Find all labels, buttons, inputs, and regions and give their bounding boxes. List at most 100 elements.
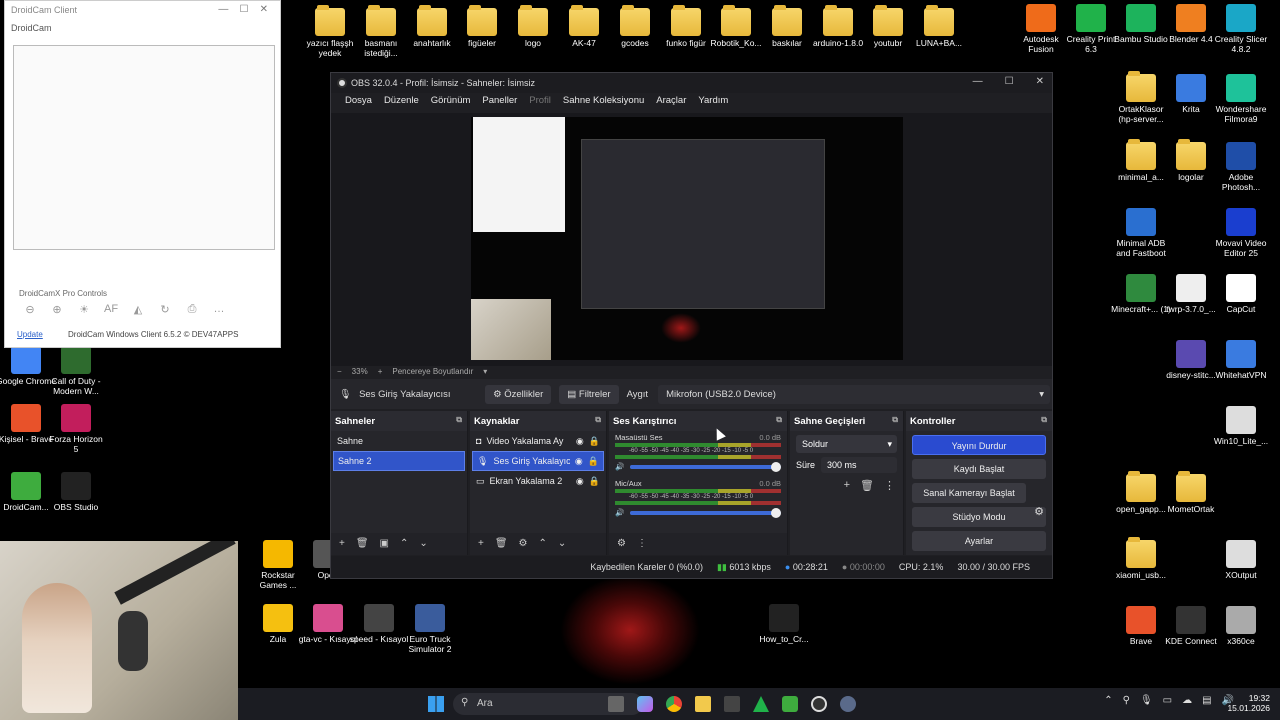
menu-item[interactable]: Araçlar	[656, 95, 686, 109]
right-icon-10[interactable]: Adobe Photosh...	[1211, 142, 1271, 193]
right-icon-15[interactable]: CapCut	[1211, 274, 1271, 315]
obs-zoom-bar[interactable]: − 33% + Pencereye Boyutlandır ▾	[331, 365, 1052, 379]
chevron-down-icon[interactable]: ▾	[483, 367, 487, 377]
gear-icon[interactable]: ⚙	[1034, 505, 1044, 518]
obs-window-controls[interactable]: — ☐ ✕	[973, 76, 1044, 87]
zoom-out-icon[interactable]: −	[337, 367, 342, 377]
copilot-icon[interactable]	[637, 696, 653, 712]
fit-to-window[interactable]: Pencereye Boyutlandır	[392, 367, 473, 377]
source-item[interactable]: 🎙 Ses Giriş Yakalayıcısı ◉ 🔒	[472, 451, 604, 471]
eye-icon[interactable]: ◉	[576, 436, 584, 447]
zoom-in-icon[interactable]: +	[378, 367, 383, 377]
bottom-icon-5[interactable]: Euro Truck Simulator 2	[400, 604, 460, 655]
volume-knob[interactable]	[771, 507, 781, 518]
volume-slider[interactable]	[630, 507, 781, 518]
popout-icon[interactable]: ⧉	[892, 415, 898, 425]
start-icon[interactable]	[428, 696, 444, 712]
left-icon-5[interactable]: OBS Studio	[46, 472, 106, 513]
menu-item[interactable]: Yardım	[698, 95, 728, 109]
source-item[interactable]: ◘ Video Yakalama Ay ◉ 🔒	[472, 431, 604, 451]
settings-button[interactable]: Ayarlar	[912, 531, 1046, 551]
obs-window[interactable]: OBS 32.0.4 - Profil: İsimsiz - Sahneler:…	[330, 72, 1053, 579]
popout-icon[interactable]: ⧉	[776, 415, 782, 425]
filter-icon[interactable]: ▣	[380, 538, 389, 550]
left-icon-3[interactable]: Forza Horizon 5	[46, 404, 106, 455]
menu-item[interactable]: Sahne Koleksiyonu	[563, 95, 644, 109]
scene-item[interactable]: Sahne 2	[333, 451, 465, 471]
transition-select[interactable]: Soldur ▾	[796, 435, 897, 453]
right-icon-21[interactable]: xiaomi_usb...	[1111, 537, 1171, 581]
maximize-icon[interactable]: ☐	[1005, 76, 1014, 87]
explorer-icon[interactable]	[695, 696, 711, 712]
obs-preview-canvas[interactable]	[471, 117, 903, 360]
popout-icon[interactable]: ⧉	[1041, 415, 1047, 425]
down-icon[interactable]: ⌄	[419, 538, 427, 550]
right-icon-22[interactable]: XOutput	[1211, 540, 1271, 581]
right-icon-25[interactable]: x360ce	[1211, 606, 1271, 647]
right-icon-17[interactable]: WhitehatVPN	[1211, 340, 1271, 381]
down-icon[interactable]: ⌄	[558, 538, 566, 550]
chevron-up-icon[interactable]: ⌃	[1104, 695, 1112, 706]
bottom-icon-6[interactable]: How_to_Cr...	[754, 604, 814, 645]
droidcam-tool-icon[interactable]: ↻	[158, 303, 172, 317]
chrome-icon[interactable]	[666, 696, 682, 712]
eye-icon[interactable]: ◉	[576, 476, 584, 487]
droidcam-window[interactable]: DroidCam Client — ☐ ✕ DroidCam DroidCamX…	[4, 0, 281, 348]
cloud-icon[interactable]: ☁	[1182, 695, 1192, 706]
right-icon-11[interactable]: Minimal ADB and Fastboot	[1111, 208, 1171, 259]
network-icon[interactable]: ▤	[1202, 695, 1211, 706]
mic-tray-icon[interactable]: 🎙	[1140, 695, 1153, 706]
droidcam-menu[interactable]: DroidCam	[5, 21, 280, 35]
store-icon[interactable]	[724, 696, 740, 712]
add-icon[interactable]: +	[478, 538, 484, 550]
obs-task-icon[interactable]	[811, 696, 827, 712]
gear-icon[interactable]: ⚙	[519, 538, 528, 550]
speaker-icon[interactable]: 🔊	[615, 462, 624, 471]
droidcam-task-icon[interactable]	[782, 696, 798, 712]
search-tray-icon[interactable]: ⚲	[1123, 695, 1130, 706]
settings-task-icon[interactable]	[840, 696, 856, 712]
properties-button[interactable]: ⚙ Özellikler	[485, 384, 552, 404]
window-controls[interactable]: — ☐ ✕	[218, 4, 268, 15]
volume-slider[interactable]	[630, 461, 781, 472]
menu-dots-icon[interactable]: ⋮	[884, 479, 895, 492]
left-icon-1[interactable]: Call of Duty - Modern W...	[46, 346, 106, 397]
add-icon[interactable]: +	[844, 479, 850, 492]
scene-item[interactable]: Sahne	[333, 431, 465, 451]
stop-stream-button[interactable]: Yayını Durdur	[912, 435, 1046, 455]
volume-knob[interactable]	[771, 461, 781, 472]
menu-item[interactable]: Paneller	[482, 95, 517, 109]
popout-icon[interactable]: ⧉	[456, 415, 462, 425]
speaker-icon[interactable]: 🔊	[615, 508, 624, 517]
trash-icon[interactable]: 🗑	[860, 479, 874, 492]
menu-item[interactable]: Profil	[529, 95, 551, 109]
device-select[interactable]: Mikrofon (USB2.0 Device) ▾	[658, 384, 1051, 404]
eye-icon[interactable]: ◉	[575, 456, 583, 467]
trash-icon[interactable]: 🗑	[356, 538, 369, 550]
lock-icon[interactable]: 🔒	[589, 476, 600, 487]
battery-icon[interactable]: ▭	[1163, 695, 1172, 706]
minimize-icon[interactable]: —	[973, 76, 983, 87]
close-icon[interactable]: ✕	[1036, 76, 1044, 87]
start-virtual-camera-button[interactable]: Sanal Kamerayı Başlat	[912, 483, 1026, 503]
update-link[interactable]: Update	[17, 330, 43, 339]
droidcam-tool-icon[interactable]: …	[212, 303, 226, 317]
creality-icon[interactable]	[753, 696, 769, 712]
top-icon-12[interactable]: LUNA+BA...	[909, 5, 969, 49]
duration-input[interactable]: 300 ms	[821, 457, 897, 473]
studio-mode-button[interactable]: Stüdyo Modu	[912, 507, 1046, 527]
source-item[interactable]: ▭ Ekran Yakalama 2 ◉ 🔒	[472, 471, 604, 491]
start-recording-button[interactable]: Kaydı Başlat	[912, 459, 1046, 479]
menu-item[interactable]: Dosya	[345, 95, 372, 109]
taskbar-clock[interactable]: 19:32 15.01.2026	[1227, 693, 1270, 713]
droidcam-tool-icon[interactable]: ⊕	[50, 303, 64, 317]
menu-dots-icon[interactable]: ⋮	[637, 538, 647, 550]
trash-icon[interactable]: 🗑	[495, 538, 508, 550]
up-icon[interactable]: ⌃	[400, 538, 408, 550]
menu-item[interactable]: Görünüm	[431, 95, 471, 109]
right-icon-4[interactable]: Creality Slicer 4.8.2	[1211, 4, 1271, 55]
lock-icon[interactable]: 🔒	[588, 456, 599, 467]
droidcam-titlebar[interactable]: DroidCam Client — ☐ ✕	[5, 1, 280, 21]
right-icon-12[interactable]: Movavi Video Editor 25	[1211, 208, 1271, 259]
filters-button[interactable]: ▤ Filtreler	[559, 384, 619, 404]
